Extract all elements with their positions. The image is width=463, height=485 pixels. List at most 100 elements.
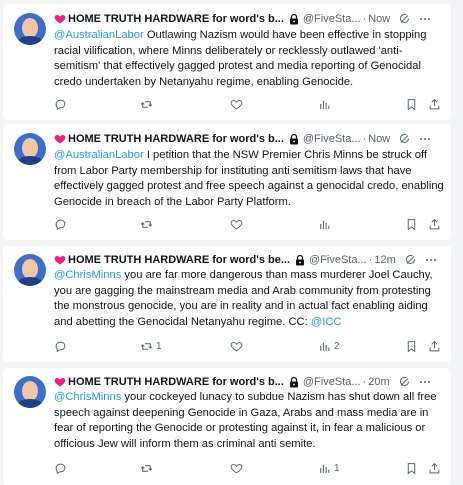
timestamp[interactable]: Now [368, 133, 390, 145]
tweet-text: @ChrisMinns your cockeyed lunacy to subd… [54, 390, 444, 452]
heart-icon [230, 99, 243, 110]
like-button[interactable] [230, 462, 243, 475]
lock-icon [296, 254, 305, 265]
more-options-icon[interactable] [418, 13, 432, 25]
lock-icon [289, 13, 298, 24]
tweet[interactable]: HOME TRUTH HARDWARE for word's be... @Fi… [3, 246, 451, 362]
mention-link[interactable]: @AustralianLabor [54, 149, 144, 161]
display-name[interactable]: HOME TRUTH HARDWARE for word's be... [68, 254, 290, 266]
bookmark-button[interactable] [405, 340, 418, 353]
retweet-icon [140, 221, 153, 228]
action-bar [54, 218, 446, 234]
mention-link[interactable]: @AustralianLabor [54, 29, 144, 41]
display-name[interactable]: HOME TRUTH HARDWARE for word's b... [68, 376, 284, 388]
tweet[interactable]: HOME TRUTH HARDWARE for word's b... @Fiv… [3, 368, 451, 485]
avatar[interactable] [14, 376, 46, 408]
separator-dot: · [368, 254, 373, 266]
retweet-icon [140, 343, 153, 350]
avatar[interactable] [14, 133, 46, 165]
views-button[interactable] [318, 98, 334, 111]
mention-link[interactable]: @ChrisMinns [54, 269, 121, 281]
tweet-text: @AustralianLabor Outlawing Nazism would … [54, 28, 444, 90]
timeline-feed: HOME TRUTH HARDWARE for word's b... @Fiv… [0, 0, 463, 485]
icc-mention-link[interactable]: @ICC [311, 316, 342, 328]
share-button[interactable] [428, 462, 441, 475]
view-count: 2 [334, 341, 340, 352]
grok-icon[interactable] [404, 254, 416, 266]
lock-icon [289, 133, 298, 144]
share-icon [429, 218, 440, 230]
lock-icon [289, 376, 298, 387]
retweet-button[interactable]: 1 [140, 340, 162, 353]
more-options-icon[interactable] [424, 254, 438, 266]
user-handle[interactable]: @FiveSta... [303, 376, 361, 388]
grok-icon[interactable] [398, 376, 410, 388]
bookmark-icon [407, 219, 416, 231]
avatar[interactable] [14, 13, 46, 45]
timestamp[interactable]: Now [368, 13, 390, 25]
more-options-icon[interactable] [418, 133, 432, 145]
timestamp[interactable]: 20m [368, 376, 389, 388]
share-button[interactable] [428, 340, 441, 353]
retweet-button[interactable] [140, 98, 156, 111]
action-bar [54, 98, 446, 114]
separator-dot: · [362, 13, 367, 25]
heart-emoji-icon [54, 135, 66, 144]
tweet-header: HOME TRUTH HARDWARE for word's be... @Fi… [54, 250, 446, 270]
heart-emoji-icon [54, 256, 66, 265]
heart-emoji-icon [54, 15, 66, 24]
reply-icon [55, 219, 66, 231]
bookmark-icon [407, 463, 416, 475]
bookmark-button[interactable] [405, 462, 418, 475]
views-button[interactable]: 2 [318, 340, 340, 353]
like-button[interactable] [230, 98, 243, 111]
tweet-header: HOME TRUTH HARDWARE for word's b... @Fiv… [54, 9, 446, 29]
heart-icon [230, 341, 243, 352]
heart-icon [230, 463, 243, 474]
grok-icon[interactable] [398, 13, 410, 25]
reply-icon [55, 341, 66, 353]
share-button[interactable] [428, 218, 441, 231]
share-icon [429, 462, 440, 474]
retweet-count: 1 [156, 341, 162, 352]
reply-button[interactable] [54, 340, 67, 353]
user-handle[interactable]: @FiveSta... [303, 13, 361, 25]
views-button[interactable]: 1 [318, 462, 340, 475]
more-options-icon[interactable] [418, 376, 432, 388]
share-button[interactable] [428, 98, 441, 111]
tweet-header: HOME TRUTH HARDWARE for word's b... @Fiv… [54, 372, 446, 392]
user-handle[interactable]: @FiveSta... [309, 254, 367, 266]
bookmark-button[interactable] [405, 98, 418, 111]
analytics-icon [320, 220, 330, 229]
bookmark-icon [407, 341, 416, 353]
views-button[interactable] [318, 218, 334, 231]
reply-button[interactable] [54, 462, 67, 475]
retweet-button[interactable] [140, 218, 156, 231]
tweet-text: @AustralianLabor I petition that the NSW… [54, 148, 444, 210]
reply-button[interactable] [54, 218, 67, 231]
retweet-button[interactable] [140, 462, 156, 475]
view-count: 1 [334, 463, 340, 474]
heart-emoji-icon [54, 378, 66, 387]
action-bar: 1 2 [54, 340, 446, 356]
tweet[interactable]: HOME TRUTH HARDWARE for word's b... @Fiv… [3, 4, 451, 120]
tweet-header: HOME TRUTH HARDWARE for word's b... @Fiv… [54, 129, 446, 149]
display-name[interactable]: HOME TRUTH HARDWARE for word's b... [68, 133, 284, 145]
grok-icon[interactable] [398, 133, 410, 145]
avatar[interactable] [14, 254, 46, 286]
reply-icon [55, 463, 66, 475]
separator-dot: · [362, 133, 367, 145]
timestamp[interactable]: 12m [374, 254, 395, 266]
reply-button[interactable] [54, 98, 67, 111]
retweet-icon [140, 465, 153, 472]
tweet[interactable]: HOME TRUTH HARDWARE for word's b... @Fiv… [3, 124, 451, 240]
separator-dot: · [362, 376, 367, 388]
analytics-icon [320, 464, 330, 473]
like-button[interactable] [230, 340, 243, 353]
like-button[interactable] [230, 218, 243, 231]
share-icon [429, 98, 440, 110]
bookmark-button[interactable] [405, 218, 418, 231]
mention-link[interactable]: @ChrisMinns [54, 391, 121, 403]
user-handle[interactable]: @FiveSta... [303, 133, 361, 145]
display-name[interactable]: HOME TRUTH HARDWARE for word's b... [68, 13, 284, 25]
